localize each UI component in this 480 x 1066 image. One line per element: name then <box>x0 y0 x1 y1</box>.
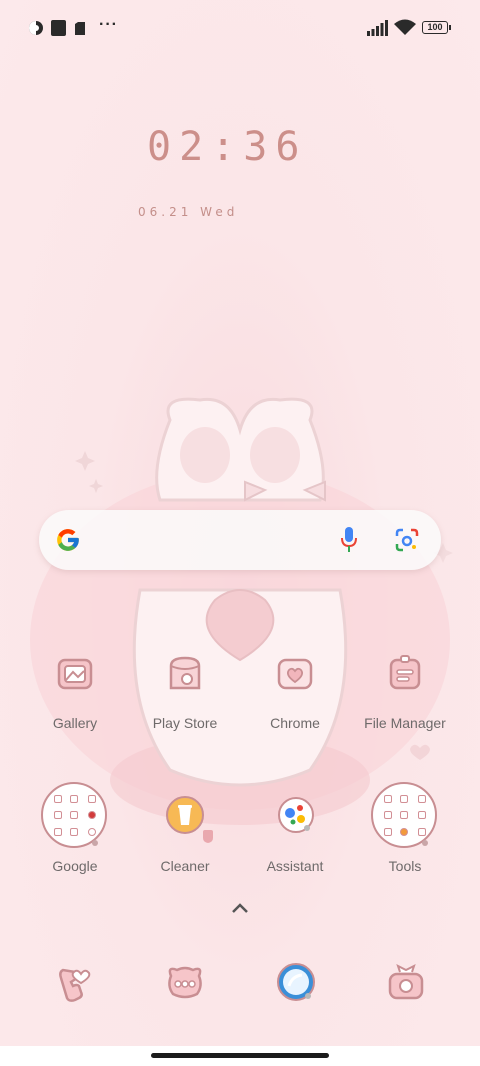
cleaner-badge-icon <box>203 830 213 843</box>
square-notification-icon <box>51 20 66 36</box>
clock-date: 06.21 Wed <box>138 205 239 219</box>
phone-icon[interactable] <box>53 962 97 1006</box>
signal-icon <box>367 20 388 36</box>
sim-icon <box>75 22 85 35</box>
tools-folder-icon <box>371 782 437 848</box>
messages-icon[interactable] <box>163 962 207 1006</box>
notification-dot <box>92 840 98 846</box>
clock-time: 02:36 <box>147 124 308 170</box>
google-g-icon <box>57 529 79 551</box>
camera-icon[interactable] <box>384 962 428 1006</box>
status-bar: ··· 100 <box>0 0 480 56</box>
notification-dot <box>304 825 310 831</box>
app-label: Gallery <box>52 715 98 731</box>
play-store-icon <box>169 656 201 690</box>
battery-icon: 100 <box>422 21 448 34</box>
app-label: File Manager <box>364 715 446 731</box>
app-drawer-chevron-up-icon[interactable] <box>231 902 249 914</box>
notification-dot <box>305 993 311 999</box>
notification-dot <box>422 840 428 846</box>
google-folder-icon <box>41 782 107 848</box>
google-search-bar[interactable] <box>39 510 441 570</box>
mic-icon[interactable] <box>340 526 358 554</box>
lens-icon[interactable] <box>395 528 419 552</box>
app-label: Cleaner <box>160 858 210 874</box>
app-label: Play Store <box>152 715 218 731</box>
battery-tip <box>449 25 451 30</box>
app-label: Assistant <box>266 858 324 874</box>
theme-icon <box>29 21 43 35</box>
chrome-icon <box>277 658 313 690</box>
app-label: Chrome <box>270 715 320 731</box>
app-label: Tools <box>388 858 422 874</box>
more-dots-icon: ··· <box>99 16 118 33</box>
gallery-icon <box>57 658 93 690</box>
home-gesture-handle[interactable] <box>151 1053 329 1058</box>
cleaner-icon <box>166 796 204 834</box>
wifi-icon <box>394 19 416 35</box>
file-manager-icon <box>389 655 421 690</box>
app-label: Google <box>52 858 98 874</box>
